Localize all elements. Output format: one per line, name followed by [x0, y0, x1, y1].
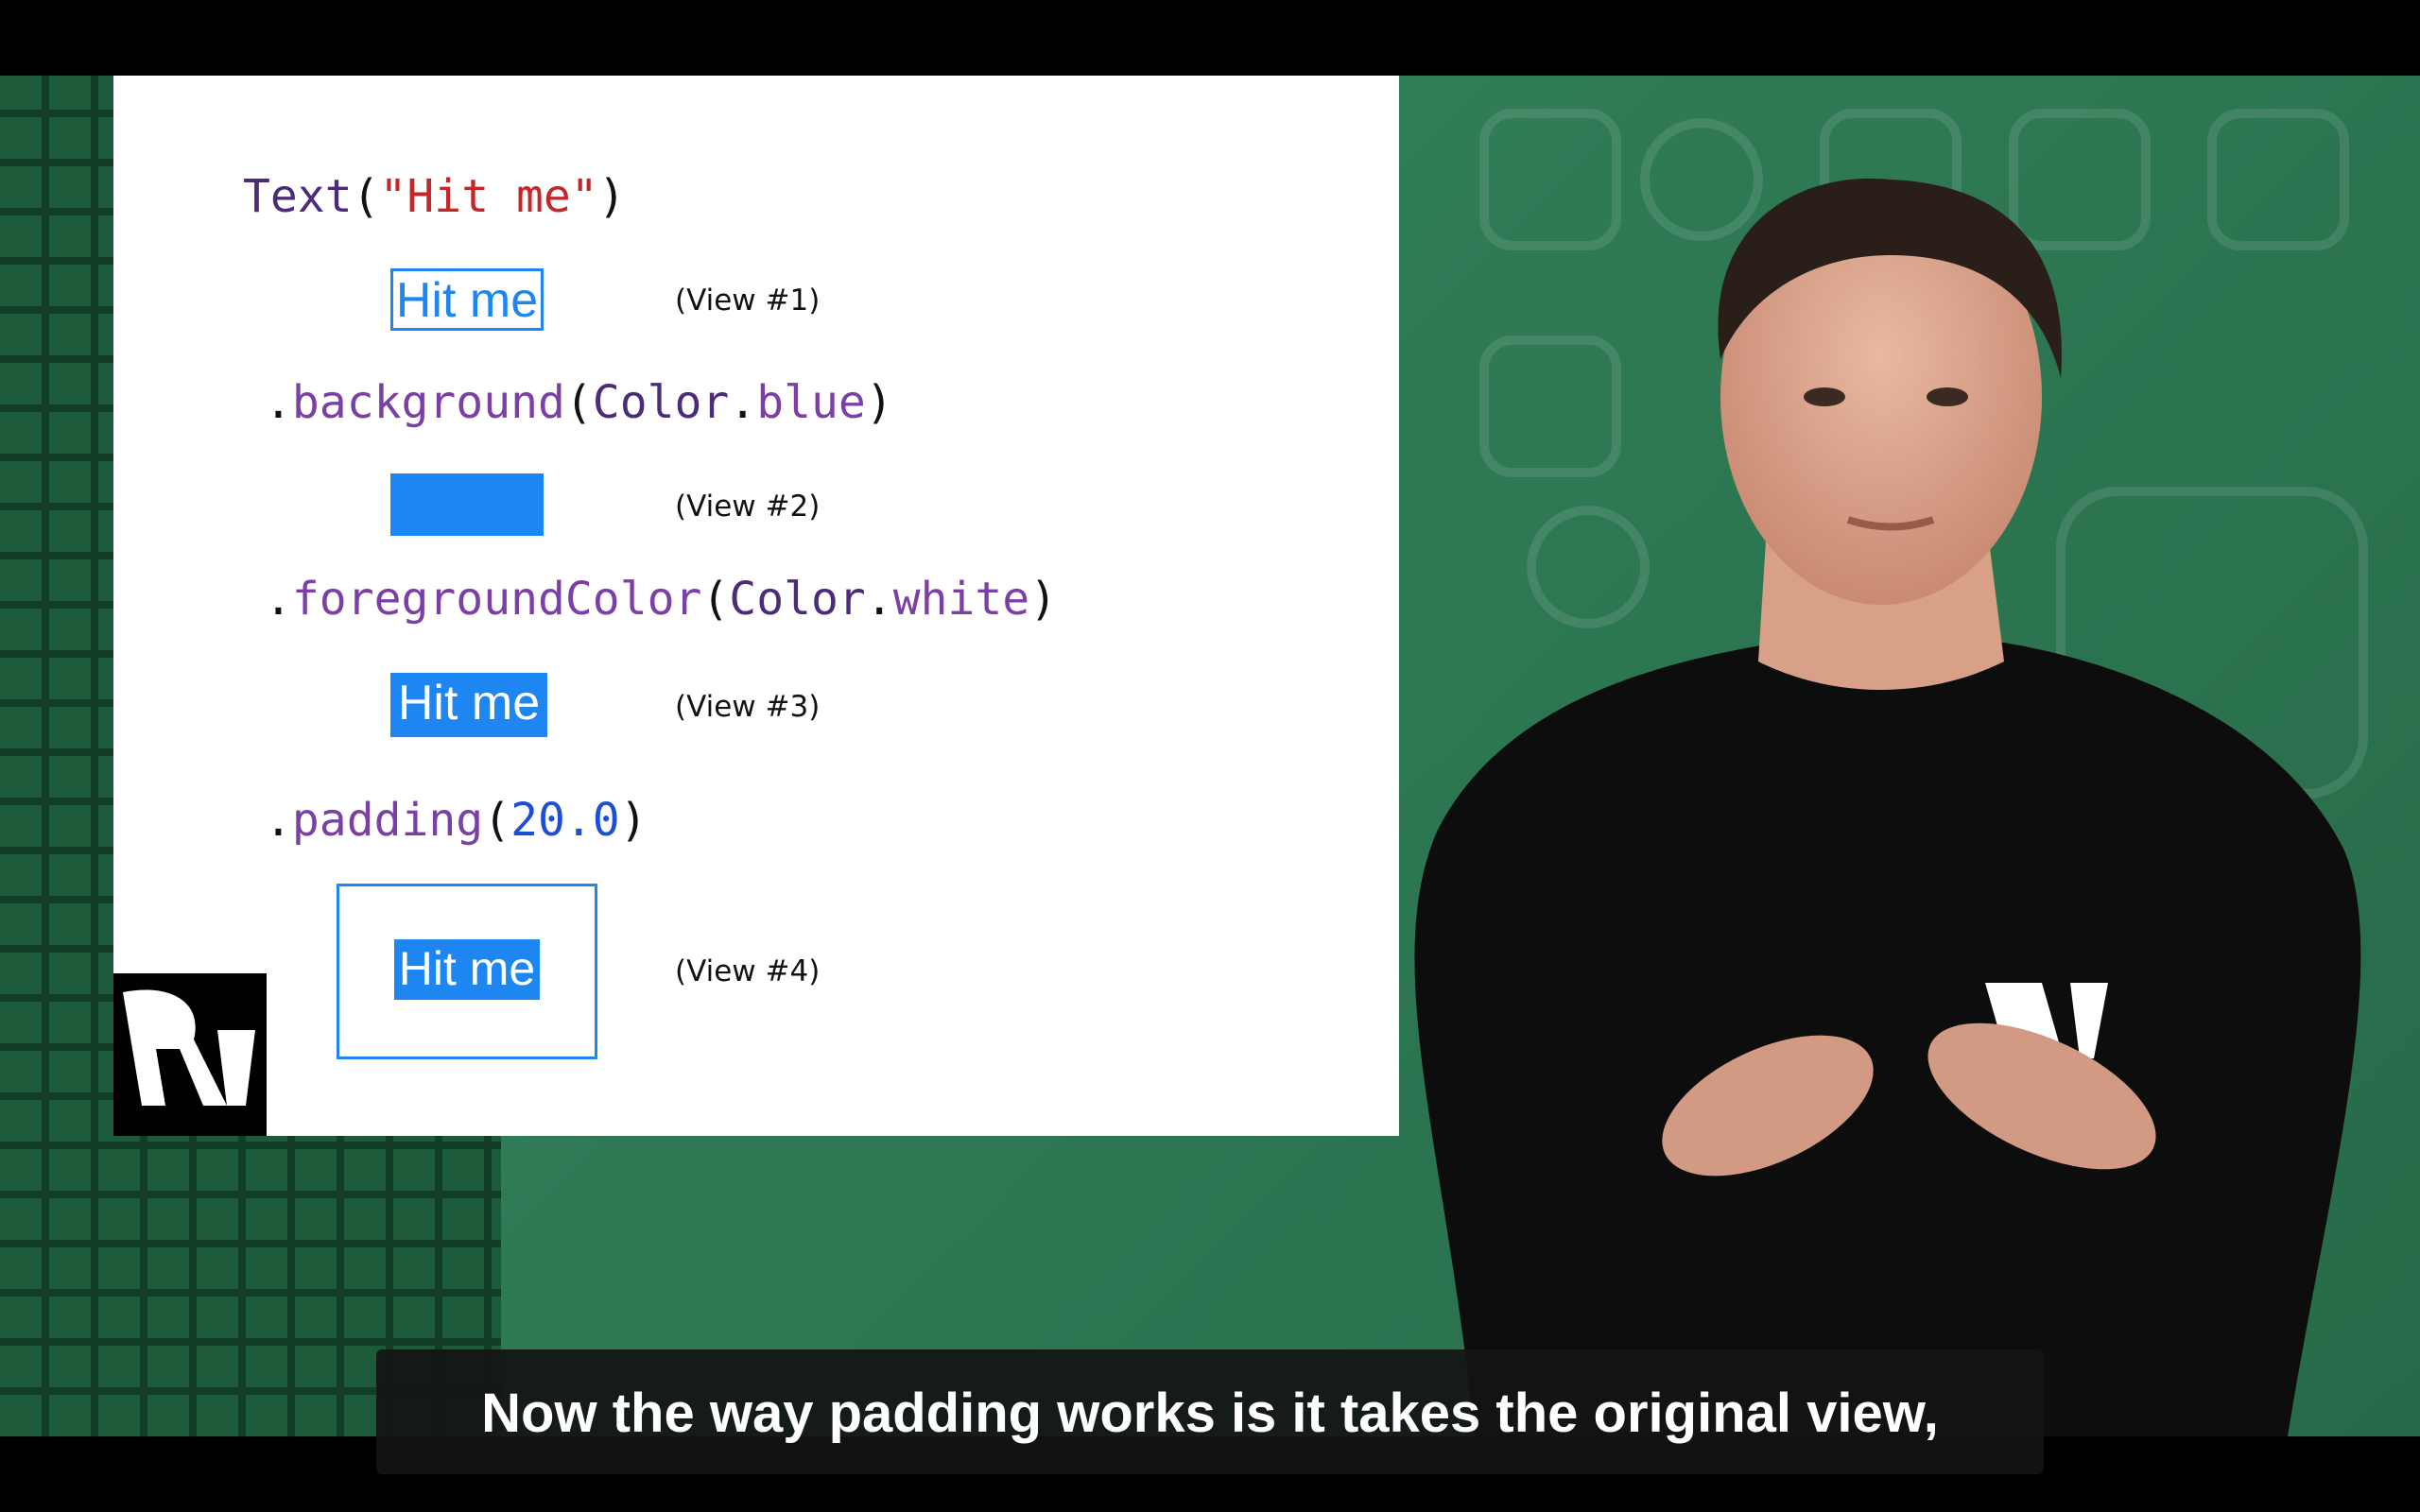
- view3-hit-me: Hit me: [390, 673, 547, 737]
- code-line-text: Text("Hit me"): [243, 170, 626, 223]
- code-line-foreground: .foregroundColor(Color.white): [265, 573, 1058, 626]
- view2-label: (View #2): [675, 490, 821, 524]
- subtitle-bar: Now the way padding works is it takes th…: [376, 1349, 2044, 1474]
- subtitle-text: Now the way padding works is it takes th…: [481, 1383, 1939, 1444]
- presenter-video: [1414, 178, 2361, 1436]
- view4-hit-me: Hit me: [394, 939, 540, 1000]
- view2-blue-rect: [390, 473, 544, 536]
- rw-logo-icon: [113, 973, 267, 1136]
- view1-hit-me: Hit me: [390, 268, 544, 331]
- code-line-background: .background(Color.blue): [265, 376, 893, 429]
- code-line-padding: .padding(20.0): [265, 794, 648, 847]
- video-frame: Text("Hit me") Hit me (View #1) .backgro…: [0, 76, 2420, 1436]
- view3-label: (View #3): [675, 690, 821, 724]
- view4-label: (View #4): [675, 954, 821, 988]
- view1-label: (View #1): [675, 284, 821, 318]
- slide: Text("Hit me") Hit me (View #1) .backgro…: [113, 76, 1399, 1136]
